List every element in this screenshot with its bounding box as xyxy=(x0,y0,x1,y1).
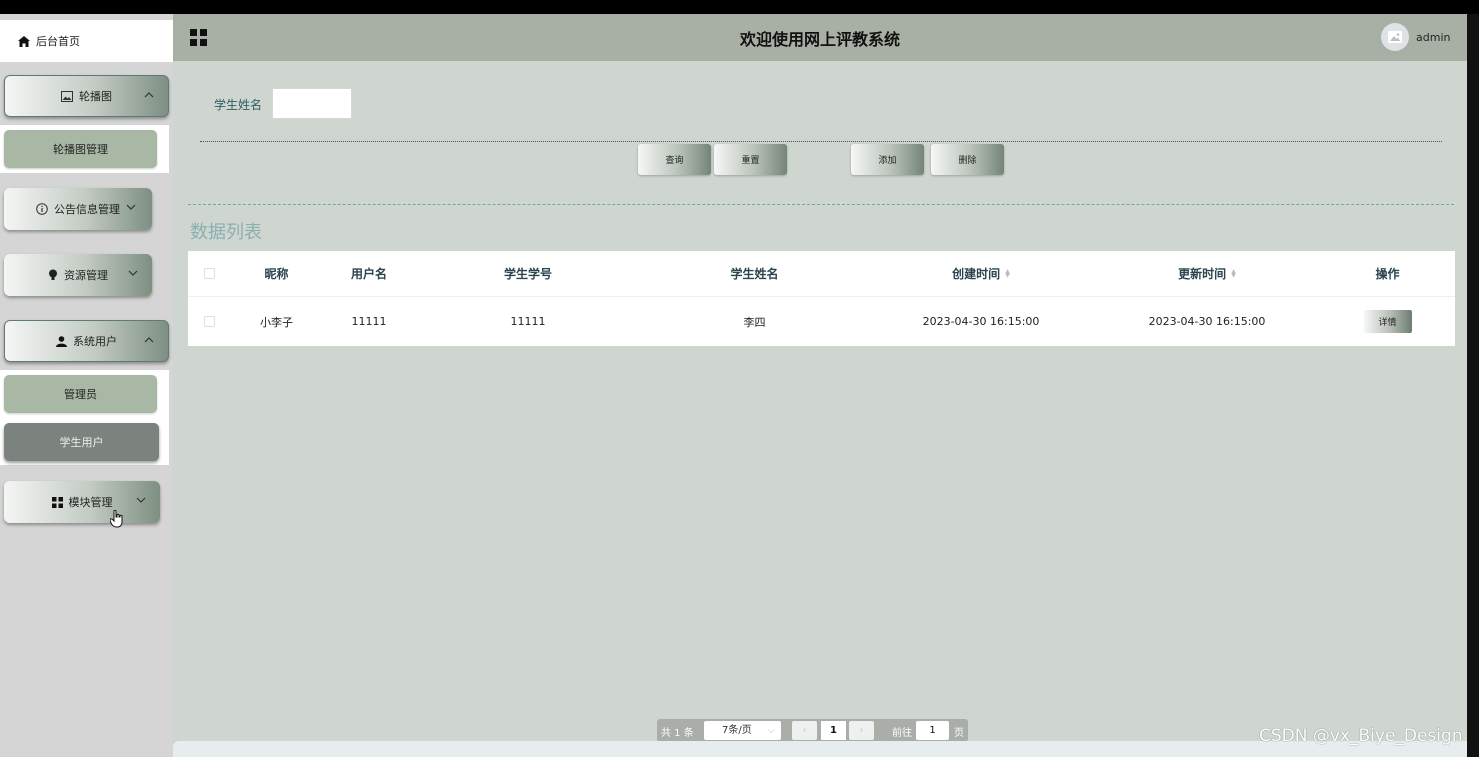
sidebar-menu-system-users[interactable]: 系统用户 xyxy=(4,320,169,362)
sidebar-item-carousel-manage[interactable]: 轮播图管理 xyxy=(4,130,157,168)
chevron-up-icon xyxy=(144,92,154,98)
top-header: 欢迎使用网上评教系统 admin xyxy=(173,14,1467,61)
sidebar-menu-label: 系统用户 xyxy=(73,335,117,348)
user-icon xyxy=(56,335,67,347)
page-size-select[interactable]: 7条/页 ⌵ xyxy=(704,721,781,740)
sidebar-home[interactable]: 后台首页 xyxy=(0,20,173,62)
sort-icon[interactable]: ▲ ▼ xyxy=(1005,268,1010,278)
sidebar-item-label: 管理员 xyxy=(64,388,97,401)
page-unit-label: 页 xyxy=(954,728,964,739)
column-header-updated[interactable]: 更新时间 ▲ ▼ xyxy=(1094,251,1320,296)
page-size-value: 7条/页 xyxy=(722,725,752,736)
column-header: 操作 xyxy=(1375,267,1400,281)
sidebar-menu-resource[interactable]: 资源管理 xyxy=(4,254,152,296)
goto-label: 前往 xyxy=(892,728,912,739)
sidebar-menu-notice[interactable]: 公告信息管理 xyxy=(4,188,152,230)
cell-updated: 2023-04-30 16:15:00 xyxy=(1148,315,1266,328)
cell-action: 详情 xyxy=(1320,297,1455,346)
avatar[interactable] xyxy=(1381,23,1409,51)
prev-page-button[interactable]: ‹ xyxy=(792,721,817,740)
cell-created: 2023-04-30 16:15:00 xyxy=(922,315,1040,328)
info-circle-icon xyxy=(36,203,48,215)
sidebar-menu-label: 轮播图 xyxy=(79,90,112,103)
app-window: 后台首页 轮播图 轮播图管理 公告信息管理 资源管理 系统用户 管理员 学生用户… xyxy=(0,14,1479,757)
pagination-total: 共 1 条 xyxy=(661,728,694,739)
sidebar-menu-modules[interactable]: 模块管理 xyxy=(4,481,160,523)
sidebar-menu-label: 模块管理 xyxy=(68,496,113,509)
row-checkbox-cell xyxy=(188,297,230,346)
window-edge xyxy=(1467,14,1479,757)
submenu-system-users: 管理员 学生用户 xyxy=(0,370,169,465)
cell-nickname: 小李子 xyxy=(260,315,293,329)
submenu-carousel: 轮播图管理 xyxy=(0,125,169,173)
cell-student-no: 11111 xyxy=(510,315,546,328)
pagination: 共 1 条 7条/页 ⌵ ‹ 1 › 前往 1 页 xyxy=(657,719,968,742)
page-number[interactable]: 1 xyxy=(821,721,846,740)
sidebar-menu-label: 资源管理 xyxy=(64,269,108,282)
column-header-label: 创建时间 xyxy=(952,267,1001,281)
divider xyxy=(188,204,1454,205)
student-name-input[interactable] xyxy=(272,88,352,119)
select-all-checkbox[interactable] xyxy=(203,268,215,279)
sidebar-menu-label: 公告信息管理 xyxy=(54,203,120,216)
sidebar-menu-carousel[interactable]: 轮播图 xyxy=(4,75,169,117)
column-header: 用户名 xyxy=(350,267,387,281)
bulb-icon xyxy=(49,269,57,280)
sidebar-item-label: 学生用户 xyxy=(59,436,104,449)
username[interactable]: admin xyxy=(1416,31,1450,44)
image-icon xyxy=(61,90,73,102)
search-label: 学生姓名 xyxy=(214,98,263,112)
grid-icon xyxy=(51,496,63,508)
column-header-created[interactable]: 创建时间 ▲ ▼ xyxy=(868,251,1094,296)
table-row: 小李子 11111 11111 李四 2023-04-30 16:15:00 2… xyxy=(188,297,1455,346)
page-title: 欢迎使用网上评教系统 xyxy=(739,30,900,49)
detail-button[interactable]: 详情 xyxy=(1363,310,1412,333)
section-title: 数据列表 xyxy=(190,222,262,243)
chevron-up-icon xyxy=(144,337,154,343)
data-table: 昵称 用户名 学生学号 学生姓名 创建时间 ▲ ▼ 更新时间 ▲ ▼ 操作 小李子 … xyxy=(188,251,1455,346)
sidebar-item-admin[interactable]: 管理员 xyxy=(4,375,157,413)
hand-cursor-icon xyxy=(110,510,123,528)
column-header: 学生姓名 xyxy=(730,267,779,281)
chevron-left-icon: ‹ xyxy=(802,725,807,736)
sidebar-item-label: 轮播图管理 xyxy=(53,143,108,156)
add-button[interactable]: 添加 xyxy=(851,144,924,175)
chevron-down-icon: ⌵ xyxy=(767,725,775,736)
image-placeholder-icon xyxy=(1388,31,1402,43)
chevron-down-icon xyxy=(128,270,138,276)
reset-button[interactable]: 重置 xyxy=(714,144,787,175)
chevron-right-icon: › xyxy=(859,725,864,736)
cell-username: 11111 xyxy=(351,315,387,328)
table-header: 昵称 用户名 学生学号 学生姓名 创建时间 ▲ ▼ 更新时间 ▲ ▼ 操作 xyxy=(188,251,1455,297)
column-header-label: 更新时间 xyxy=(1178,267,1227,281)
divider xyxy=(200,141,1442,142)
sidebar-item-student-users[interactable]: 学生用户 xyxy=(4,423,159,461)
row-checkbox[interactable] xyxy=(203,316,215,327)
sidebar: 后台首页 轮播图 轮播图管理 公告信息管理 资源管理 系统用户 管理员 学生用户… xyxy=(0,14,173,757)
chevron-down-icon xyxy=(136,497,146,503)
delete-button[interactable]: 删除 xyxy=(931,144,1004,175)
sort-icon[interactable]: ▲ ▼ xyxy=(1231,268,1236,278)
header-checkbox-cell xyxy=(188,251,230,296)
chevron-down-icon xyxy=(126,204,136,210)
home-icon xyxy=(18,35,30,47)
cell-student-name: 李四 xyxy=(743,315,766,329)
watermark: CSDN @vx_Biye_Design xyxy=(1259,726,1463,746)
query-button[interactable]: 查询 xyxy=(638,144,711,175)
goto-page-input[interactable]: 1 xyxy=(916,721,949,740)
column-header: 学生学号 xyxy=(503,267,552,281)
next-page-button[interactable]: › xyxy=(849,721,874,740)
sidebar-home-label: 后台首页 xyxy=(36,35,80,48)
column-header: 昵称 xyxy=(264,267,289,281)
